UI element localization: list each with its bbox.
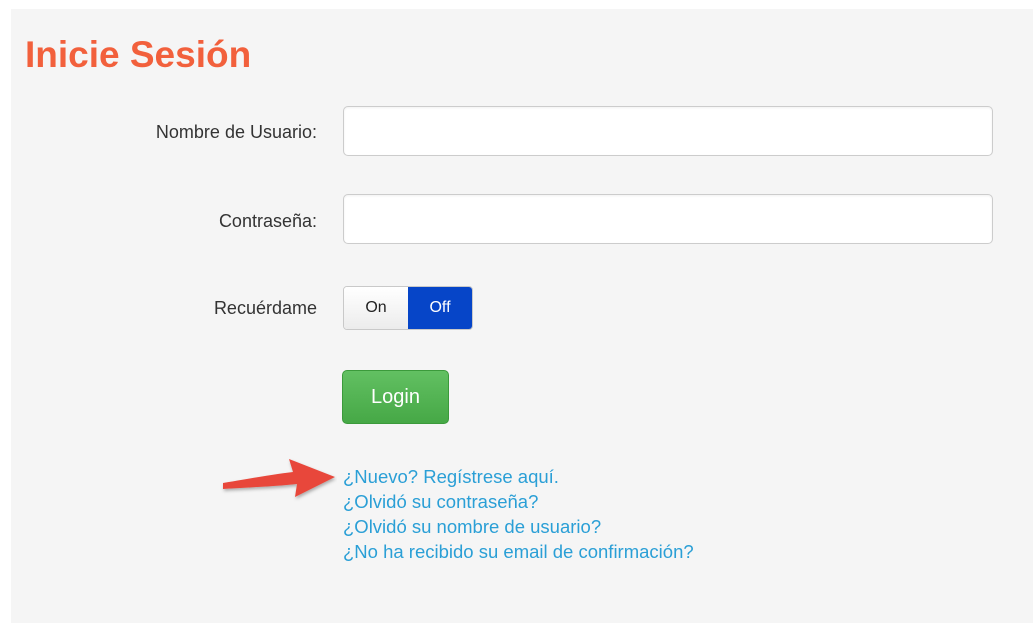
remember-me-toggle[interactable]: On Off: [343, 286, 473, 330]
username-input[interactable]: [343, 106, 993, 156]
page-title: Inicie Sesión: [25, 34, 252, 75]
toggle-off-option[interactable]: Off: [408, 287, 472, 329]
remember-me-label: Recuérdame: [213, 298, 317, 318]
username-label: Nombre de Usuario:: [155, 122, 317, 142]
forgot-password-link[interactable]: ¿Olvidó su contraseña?: [343, 491, 538, 512]
list-item: ¿Nuevo? Regístrese aquí.: [343, 464, 694, 489]
list-item: ¿No ha recibido su email de confirmación…: [343, 539, 694, 564]
toggle-on-option[interactable]: On: [344, 287, 408, 329]
help-links: ¿Nuevo? Regístrese aquí. ¿Olvidó su cont…: [343, 464, 694, 564]
login-button[interactable]: Login: [342, 370, 449, 424]
forgot-username-link[interactable]: ¿Olvidó su nombre de usuario?: [343, 516, 601, 537]
list-item: ¿Olvidó su nombre de usuario?: [343, 514, 694, 539]
list-item: ¿Olvidó su contraseña?: [343, 489, 694, 514]
resend-confirmation-link[interactable]: ¿No ha recibido su email de confirmación…: [343, 541, 694, 562]
login-panel: Inicie Sesión Nombre de Usuario: Contras…: [11, 9, 1033, 623]
password-input[interactable]: [343, 194, 993, 244]
register-link[interactable]: ¿Nuevo? Regístrese aquí.: [343, 466, 559, 487]
password-label: Contraseña:: [218, 211, 317, 231]
red-arrow-icon: [223, 459, 335, 497]
